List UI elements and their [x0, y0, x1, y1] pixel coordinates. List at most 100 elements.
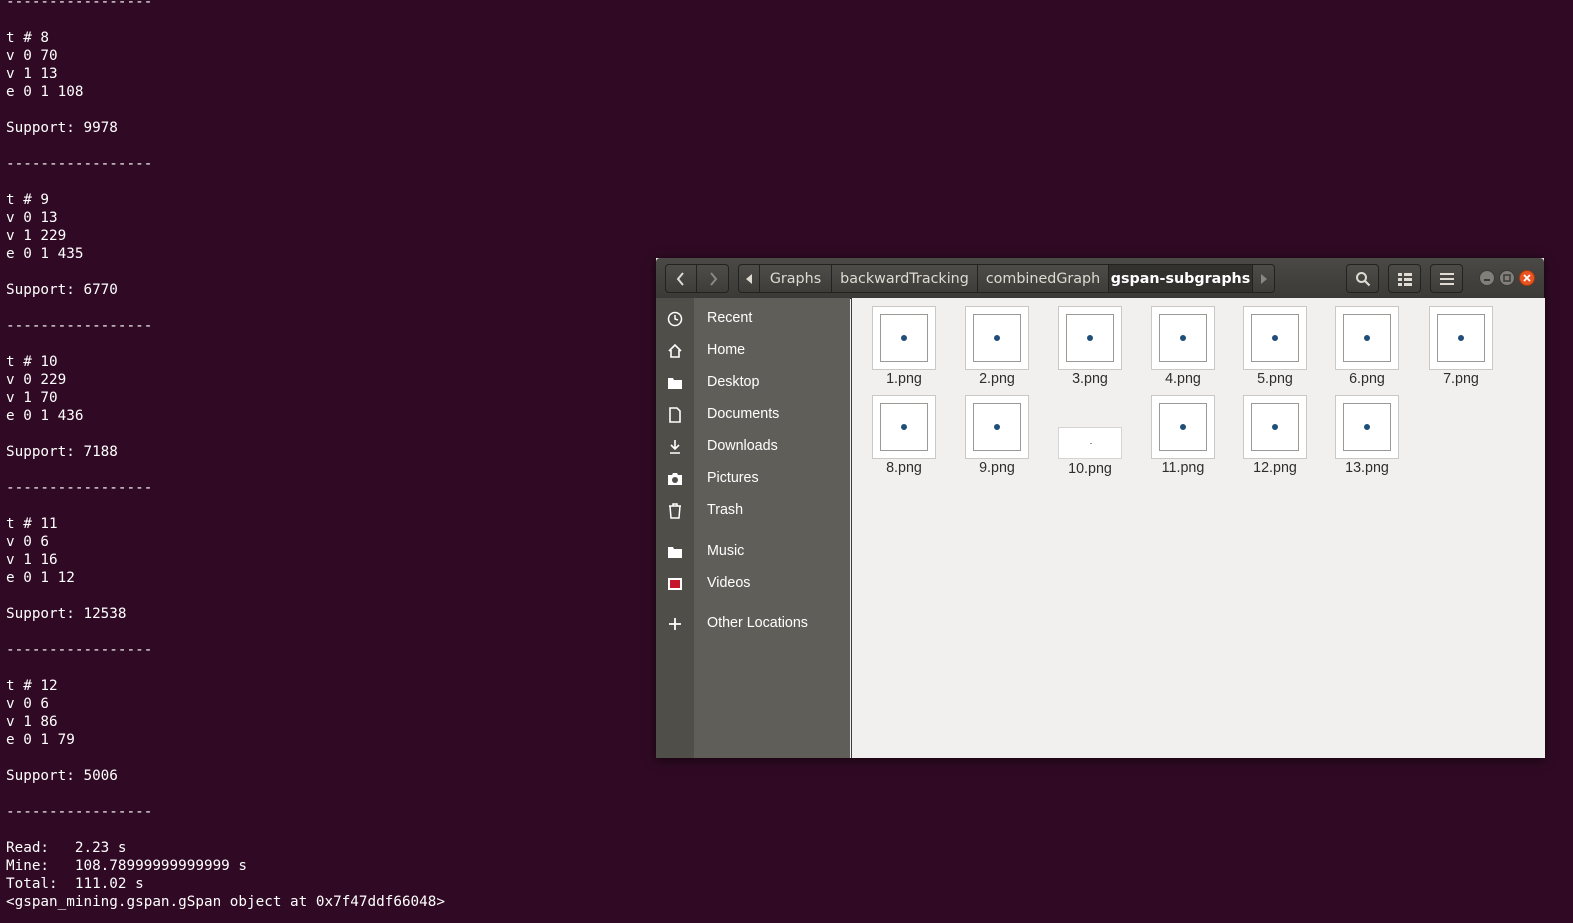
terminal-line: v 1 86	[6, 714, 58, 730]
chevron-left-icon	[676, 271, 684, 286]
terminal-line: -----------------	[6, 156, 153, 172]
forward-button[interactable]	[696, 264, 729, 293]
image-thumbnail	[872, 395, 936, 459]
download-icon	[666, 438, 684, 456]
terminal-line: -----------------	[6, 318, 153, 334]
breadcrumb-graphs[interactable]: Graphs	[760, 264, 832, 293]
path-scroll-left-button[interactable]	[738, 264, 760, 293]
terminal-line: <gspan_mining.gspan.gSpan object at 0x7f…	[6, 894, 445, 910]
image-thumbnail	[1151, 395, 1215, 459]
file-item[interactable]: 3.png	[1045, 306, 1135, 392]
document-icon	[666, 406, 684, 424]
image-thumbnail	[872, 306, 936, 370]
file-name: 1.png	[886, 371, 922, 387]
terminal-line: -----------------	[6, 480, 153, 496]
file-name: 8.png	[886, 460, 922, 476]
image-thumbnail	[1335, 306, 1399, 370]
sidebar-icon-column	[656, 298, 694, 758]
sidebar-item-label: Documents	[707, 406, 780, 422]
list-view-icon	[1397, 272, 1412, 286]
file-name: 10.png	[1068, 461, 1112, 477]
sidebar-item-label: Other Locations	[707, 615, 808, 631]
maximize-icon	[1503, 274, 1511, 282]
image-thumbnail	[1058, 306, 1122, 370]
file-item[interactable]: 13.png	[1322, 395, 1412, 481]
sidebar-item-documents[interactable]: Documents	[656, 401, 850, 429]
terminal-line: -----------------	[6, 0, 153, 10]
maximize-button[interactable]	[1499, 270, 1515, 286]
folder-icon	[666, 374, 684, 392]
breadcrumb-gspan-subgraphs[interactable]: gspan-subgraphs	[1109, 264, 1253, 293]
file-name: 13.png	[1345, 460, 1389, 476]
sidebar-item-recent[interactable]: Recent	[656, 305, 850, 333]
plus-icon	[666, 615, 684, 633]
folder-icon	[666, 543, 684, 561]
terminal-line: e 0 1 79	[6, 732, 75, 748]
sidebar-item-label: Videos	[707, 575, 751, 591]
sidebar-item-other-locations[interactable]: Other Locations	[656, 610, 850, 638]
file-manager-window: Graphs backwardTracking combinedGraph gs…	[656, 258, 1545, 758]
sidebar-item-home[interactable]: Home	[656, 337, 850, 365]
image-thumbnail	[1335, 395, 1399, 459]
sidebar-item-label: Trash	[707, 502, 744, 518]
file-item[interactable]: 8.png	[859, 395, 949, 481]
file-item[interactable]: 1.png	[859, 306, 949, 392]
minimize-icon	[1484, 279, 1490, 281]
terminal-line: Support: 7188	[6, 444, 118, 460]
header-bar: Graphs backwardTracking combinedGraph gs…	[656, 258, 1544, 299]
terminal-line: t # 10	[6, 354, 58, 370]
terminal-line: Support: 12538	[6, 606, 127, 622]
breadcrumb-backwardtracking[interactable]: backwardTracking	[832, 264, 978, 293]
terminal-line: t # 8	[6, 30, 50, 46]
triangle-left-icon	[746, 273, 752, 284]
file-name: 5.png	[1257, 371, 1293, 387]
terminal-line: Mine: 108.78999999999999 s	[6, 858, 248, 874]
minimize-button[interactable]	[1479, 270, 1495, 286]
terminal-line: v 0 70	[6, 48, 58, 64]
back-button[interactable]	[665, 264, 697, 293]
search-button[interactable]	[1346, 264, 1379, 293]
image-thumbnail	[965, 395, 1029, 459]
menu-button[interactable]	[1430, 264, 1463, 293]
file-item[interactable]: 11.png	[1138, 395, 1228, 481]
sidebar-item-pictures[interactable]: Pictures	[656, 465, 850, 493]
sidebar-item-music[interactable]: Music	[656, 538, 850, 566]
terminal-line: t # 9	[6, 192, 50, 208]
terminal-line: e 0 1 12	[6, 570, 75, 586]
breadcrumb-combinedgraph[interactable]: combinedGraph	[978, 264, 1109, 293]
trash-icon	[666, 502, 684, 520]
sidebar-item-label: Home	[707, 342, 746, 358]
path-scroll-right-button[interactable]	[1253, 264, 1275, 293]
sidebar-item-desktop[interactable]: Desktop	[656, 369, 850, 397]
file-item[interactable]: 2.png	[952, 306, 1042, 392]
terminal-line: e 0 1 435	[6, 246, 84, 262]
file-item[interactable]: 4.png	[1138, 306, 1228, 392]
file-item[interactable]: 9.png	[952, 395, 1042, 481]
file-name: 12.png	[1253, 460, 1297, 476]
file-item[interactable]: 7.png	[1416, 306, 1506, 392]
sidebar-item-downloads[interactable]: Downloads	[656, 433, 850, 461]
file-item[interactable]: 10.png	[1045, 395, 1135, 481]
terminal-output[interactable]: ----------------- t # 8 v 0 70 v 1 13 e 0 1 …	[6, 0, 646, 911]
sidebar-item-videos[interactable]: Videos	[656, 570, 850, 598]
close-button[interactable]	[1519, 270, 1535, 286]
terminal-line: v 1 16	[6, 552, 58, 568]
image-thumbnail	[1243, 395, 1307, 459]
file-item[interactable]: 6.png	[1322, 306, 1412, 392]
terminal-line: Support: 6770	[6, 282, 118, 298]
places-sidebar: Recent Home Desktop Documents Downloads	[656, 298, 850, 758]
sidebar-item-trash[interactable]: Trash	[656, 497, 850, 525]
file-item[interactable]: 5.png	[1230, 306, 1320, 392]
file-item[interactable]: 12.png	[1230, 395, 1320, 481]
view-toggle-button[interactable]	[1388, 264, 1421, 293]
